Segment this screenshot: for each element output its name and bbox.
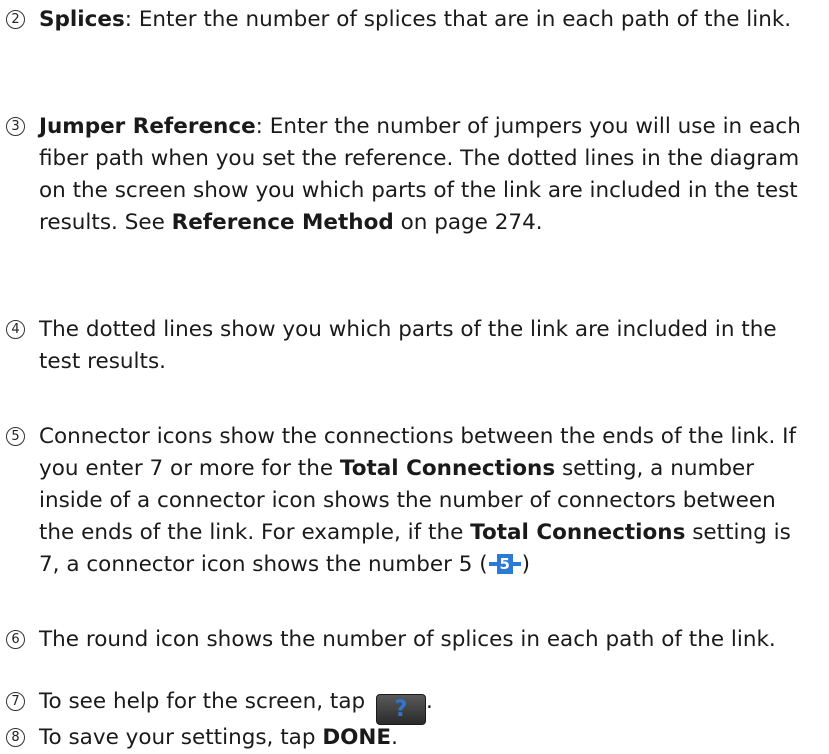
step-number: 5 (6, 427, 25, 446)
step-number: 6 (6, 630, 25, 649)
term-splices: Splices (39, 7, 125, 32)
list-item-text: Jumper Reference: Enter the number of ju… (39, 114, 801, 235)
step-number: 8 (6, 728, 25, 747)
reference-method-link: Reference Method (171, 210, 394, 235)
connector-icon: 5 (488, 554, 521, 574)
list-item-text: The dotted lines show you which parts of… (39, 317, 777, 374)
term-done: DONE (322, 725, 392, 750)
list-item-text: To save your settings, tap DONE. (39, 725, 398, 750)
list-item-text: To see help for the screen, tap ?. (39, 686, 811, 725)
step-number: 7 (6, 692, 25, 711)
term-jumper-reference: Jumper Reference (39, 114, 256, 139)
step-number: 3 (6, 117, 25, 136)
list-item-text: Connector icons show the connections bet… (39, 424, 797, 577)
help-icon: ? (376, 694, 427, 725)
step-number: 4 (6, 320, 25, 339)
instruction-list: 2 Splices: Enter the number of splices t… (0, 0, 829, 754)
connector-count: 5 (496, 554, 513, 574)
term-total-connections: Total Connections (339, 456, 556, 481)
list-item-text: Splices: Enter the number of splices tha… (39, 7, 792, 32)
term-total-connections: Total Connections (470, 520, 686, 545)
list-item-text: The round icon shows the number of splic… (39, 627, 776, 652)
step-number: 2 (6, 10, 25, 29)
